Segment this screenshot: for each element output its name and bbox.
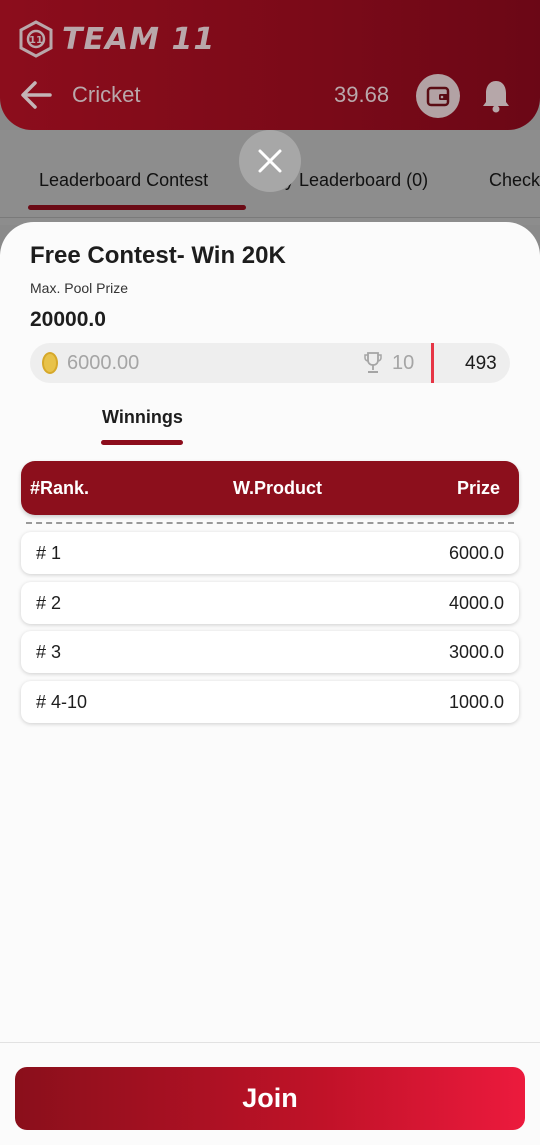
brand-name: TEAM 11 <box>62 21 216 57</box>
prize-cell: 4000.0 <box>448 593 504 613</box>
prize-cell: 6000.0 <box>448 543 504 563</box>
table-row: # 4-10 1000.0 <box>21 681 519 723</box>
contest-details-sheet: Free Contest- Win 20K Max. Pool Prize 20… <box>0 222 540 1145</box>
trophy-icon <box>364 352 382 373</box>
tab-divider <box>0 217 540 218</box>
back-arrow-icon[interactable] <box>20 80 54 110</box>
first-prize-amount: 6000.00 <box>67 352 140 374</box>
wallet-button[interactable] <box>416 74 460 118</box>
active-tab-indicator <box>28 205 246 210</box>
team11-badge-icon: 11 <box>19 20 53 58</box>
winners-count: 10 <box>392 352 415 374</box>
prize-column-header: Prize <box>456 478 500 498</box>
close-sheet-button[interactable] <box>239 130 301 192</box>
footer-divider <box>0 1042 540 1043</box>
close-icon <box>258 149 282 173</box>
winnings-tab-indicator <box>101 440 183 445</box>
app-header: 11 TEAM 11 Cricket 39.68 <box>0 0 540 130</box>
rank-cell: # 4-10 <box>36 692 88 712</box>
bell-icon <box>483 81 509 113</box>
contest-title: Free Contest- Win 20K <box>30 242 286 269</box>
prize-cell: 3000.0 <box>448 642 504 662</box>
rank-cell: # 2 <box>36 593 62 613</box>
tab-check[interactable]: Check <box>489 170 540 191</box>
tab-winnings[interactable]: Winnings <box>102 407 183 428</box>
page-title: Cricket <box>72 82 141 107</box>
svg-text:11: 11 <box>29 35 43 46</box>
join-button[interactable]: Join <box>15 1067 525 1130</box>
brand-logo: 11 TEAM 11 <box>18 20 215 58</box>
prize-table-header: #Rank. W.Product Prize <box>21 461 519 515</box>
coin-icon <box>42 352 58 374</box>
prize-cell: 1000.0 <box>448 692 504 712</box>
rank-cell: # 3 <box>36 642 62 662</box>
rank-column-header: #Rank. <box>30 478 90 498</box>
table-row: # 1 6000.0 <box>21 532 519 574</box>
stats-separator <box>431 343 434 383</box>
rank-cell: # 1 <box>36 543 62 563</box>
contest-stats-bar: 6000.00 10 493 <box>30 343 510 383</box>
max-pool-prize-label: Max. Pool Prize <box>30 280 129 296</box>
product-column-header: W.Product <box>233 478 322 498</box>
tab-leaderboard-contest[interactable]: Leaderboard Contest <box>39 170 208 191</box>
table-row: # 2 4000.0 <box>21 582 519 624</box>
notifications-button[interactable] <box>478 74 514 118</box>
spots-count: 493 <box>465 353 497 374</box>
table-row: # 3 3000.0 <box>21 631 519 673</box>
table-divider <box>26 522 514 524</box>
max-pool-prize-value: 20000.0 <box>30 308 106 331</box>
wallet-icon <box>426 86 450 107</box>
wallet-balance: 39.68 <box>334 82 390 107</box>
